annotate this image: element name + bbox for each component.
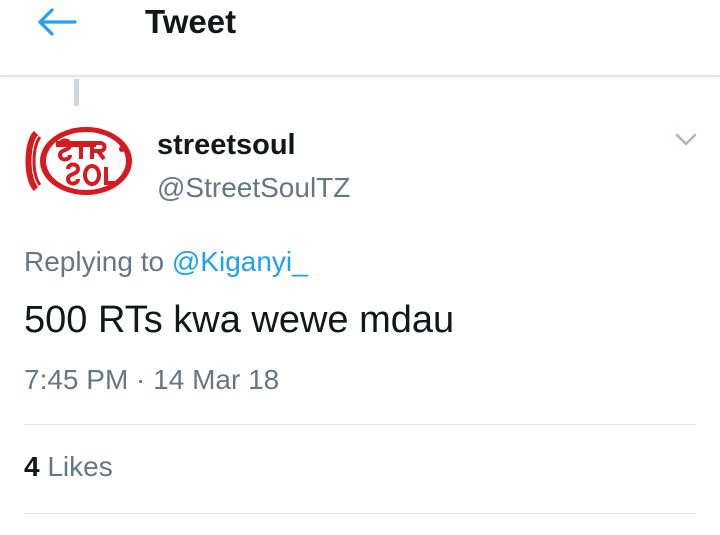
tweet-menu-button[interactable]	[670, 128, 702, 152]
tweet-text: 500 RTs kwa wewe mdau	[24, 299, 455, 341]
reply-to-handle-link[interactable]: @Kiganyi_	[172, 246, 308, 277]
streetsoul-logo-avatar	[25, 127, 132, 195]
author-handle[interactable]: @StreetSoulTZ	[157, 172, 350, 204]
page-title: Tweet	[145, 3, 237, 40]
thread-connector-line	[74, 79, 79, 106]
replying-to-line: Replying to @Kiganyi_	[24, 245, 308, 279]
likes-stat[interactable]: 4 Likes	[24, 450, 113, 484]
divider	[24, 513, 696, 514]
back-button[interactable]	[30, 2, 82, 42]
likes-count: 4	[24, 451, 40, 482]
chevron-down-icon	[675, 133, 697, 146]
replying-to-label: Replying to	[24, 246, 165, 277]
tweet-timestamp: 7:45 PM · 14 Mar 18	[24, 364, 280, 395]
arrow-left-icon	[38, 8, 77, 36]
divider	[24, 424, 696, 425]
likes-label: Likes	[47, 451, 113, 482]
author-name[interactable]: streetsoul	[157, 128, 296, 162]
top-bar: Tweet	[0, 0, 720, 77]
avatar[interactable]	[22, 123, 134, 199]
